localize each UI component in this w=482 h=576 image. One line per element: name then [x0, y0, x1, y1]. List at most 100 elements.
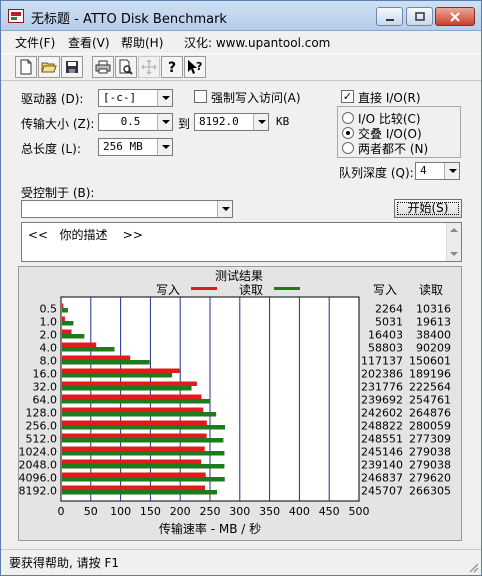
y-tick-label: 8.0 [40, 355, 58, 368]
read-value: 277309 [409, 433, 451, 446]
toolbar: ? ? [1, 53, 481, 81]
menu-credit[interactable]: 汉化: www.upantool.com [184, 34, 330, 51]
io-compare-radio[interactable] [342, 112, 354, 124]
read-value: 266305 [409, 485, 451, 498]
chevron-down-icon[interactable] [217, 201, 232, 217]
chevron-down-icon[interactable] [157, 114, 172, 130]
controlled-by-label: 受控制于 (B): [21, 186, 95, 200]
drive-value: [-c-] [103, 91, 137, 104]
total-length-label: 总长度 (L): [21, 142, 81, 156]
chevron-down-icon[interactable] [157, 90, 172, 106]
print-button[interactable] [92, 56, 114, 78]
menu-file[interactable]: 文件(F) [15, 34, 55, 51]
force-write-checkbox[interactable] [194, 90, 207, 103]
new-button[interactable] [15, 56, 37, 78]
x-tick-label: 450 [319, 505, 340, 518]
controlled-by-select[interactable] [21, 200, 233, 218]
write-value: 245146 [361, 446, 403, 459]
queue-depth-select[interactable]: 4 [415, 162, 460, 180]
menu-help[interactable]: 帮助(H) [121, 34, 163, 51]
write-value: 248822 [361, 420, 403, 433]
context-help-icon: ? [188, 60, 202, 74]
x-axis-label: 传输速率 - MB / 秒 [159, 521, 261, 536]
read-column-header: 读取 [419, 283, 443, 297]
read-bar [62, 412, 217, 417]
legend-read-label: 读取 [239, 283, 263, 297]
read-bar [62, 425, 226, 430]
transfer-to-select[interactable]: 8192.0 [194, 113, 269, 131]
app-icon [8, 9, 24, 23]
read-bar [62, 360, 150, 365]
maximize-button[interactable] [406, 7, 433, 26]
print-preview-icon [119, 59, 133, 75]
write-bar [62, 303, 64, 308]
transfer-from-select[interactable]: 0.5 [98, 113, 173, 131]
write-value: 16403 [368, 329, 403, 342]
read-value: 280059 [409, 420, 451, 433]
read-value: 10316 [416, 303, 451, 316]
context-help-button[interactable]: ? [184, 56, 206, 78]
save-button[interactable] [61, 56, 83, 78]
description-scrollbar[interactable] [446, 223, 461, 261]
minimize-button[interactable] [376, 7, 403, 26]
open-button[interactable] [38, 56, 60, 78]
write-bar [62, 485, 206, 490]
print-icon [95, 60, 111, 74]
chevron-down-icon[interactable] [157, 139, 172, 155]
write-bar [62, 433, 207, 438]
y-tick-label: 4.0 [40, 342, 58, 355]
overlap-io-radio[interactable] [342, 127, 354, 139]
chevron-down-icon[interactable] [444, 163, 459, 179]
read-bar [62, 386, 192, 391]
move-button[interactable] [138, 56, 160, 78]
drive-select[interactable]: [-c-] [98, 89, 173, 107]
transfer-to-value: 8192.0 [199, 115, 239, 128]
read-bar [62, 451, 225, 456]
y-tick-label: 256.0 [26, 420, 58, 433]
y-tick-label: 512.0 [26, 433, 58, 446]
write-bar [62, 342, 97, 347]
scroll-up-icon[interactable] [450, 228, 458, 232]
write-value: 117137 [361, 355, 403, 368]
read-bar [62, 490, 217, 495]
total-length-value: 256 MB [103, 140, 143, 153]
start-button[interactable]: 开始(S) [394, 199, 462, 218]
write-bar [62, 355, 131, 360]
neither-radio[interactable] [342, 142, 354, 154]
write-bar [62, 316, 65, 321]
print-preview-button[interactable] [115, 56, 137, 78]
x-tick-label: 200 [170, 505, 191, 518]
read-bar [62, 347, 115, 352]
x-tick-label: 400 [289, 505, 310, 518]
read-value: 19613 [416, 316, 451, 329]
read-value: 279038 [409, 459, 451, 472]
read-value: 150601 [409, 355, 451, 368]
total-length-select[interactable]: 256 MB [98, 138, 173, 156]
write-bar [62, 394, 202, 399]
write-value: 2264 [375, 303, 403, 316]
minimize-icon [385, 19, 394, 21]
queue-depth-label: 队列深度 (Q): [339, 166, 414, 180]
menu-bar: 文件(F) 查看(V) 帮助(H) 汉化: www.upantool.com [1, 31, 481, 52]
write-value: 246837 [361, 472, 403, 485]
scroll-down-icon[interactable] [450, 252, 458, 256]
close-icon [450, 12, 460, 22]
results-panel: 测试结果 写入 读取 0 50 100 150 200 250 300 350 400 450 500 传输… [18, 266, 462, 541]
write-bar [62, 407, 204, 412]
menu-view[interactable]: 查看(V) [68, 34, 110, 51]
kb-unit-label: KB [276, 115, 290, 128]
close-button[interactable] [435, 7, 475, 26]
direct-io-checkbox[interactable]: ✓ [341, 90, 354, 103]
help-button[interactable]: ? [161, 56, 183, 78]
y-tick-label: 1024.0 [19, 446, 57, 459]
title-bar[interactable]: 无标题 - ATTO Disk Benchmark [1, 1, 481, 31]
chevron-down-icon[interactable] [253, 114, 268, 130]
x-tick-label: 0 [58, 505, 65, 518]
legend-write-label: 写入 [156, 283, 180, 297]
resize-grip-icon[interactable] [467, 561, 479, 573]
write-value: 231776 [361, 381, 403, 394]
description-textarea[interactable]: << 你的描述 >> [21, 222, 462, 262]
read-value: 264876 [409, 407, 451, 420]
write-bar [62, 446, 205, 451]
status-bar: 要获得帮助, 请按 F1 [1, 549, 481, 575]
